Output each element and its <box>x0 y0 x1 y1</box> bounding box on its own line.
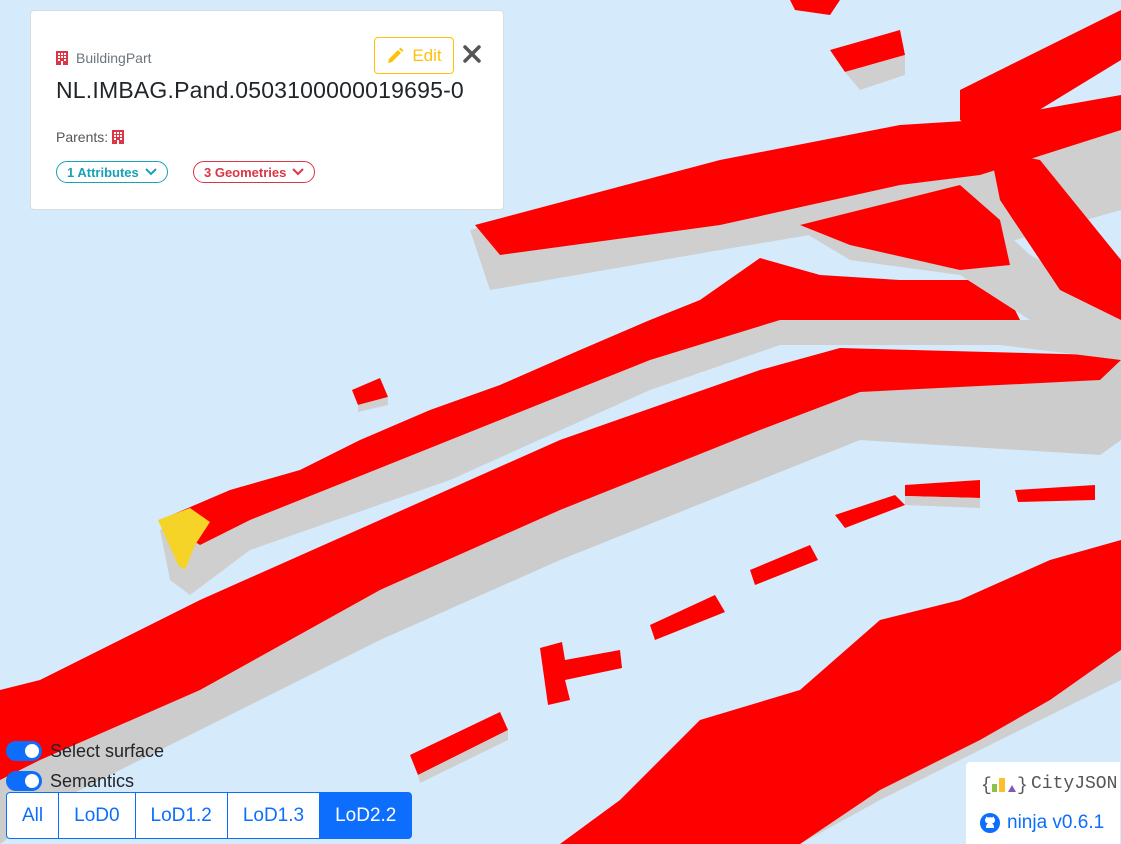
attributes-toggle-button[interactable]: 1 Attributes <box>56 161 168 183</box>
lod-all-button[interactable]: All <box>6 792 60 839</box>
object-type-row: BuildingPart <box>56 50 152 66</box>
parents-label: Parents: <box>56 129 109 145</box>
semantics-switch[interactable] <box>6 771 42 791</box>
close-icon[interactable] <box>461 43 483 65</box>
building-icon <box>56 51 68 65</box>
svg-text:}: } <box>1017 776 1027 796</box>
cityjson-logo: { } CityJSON <box>981 772 1117 796</box>
lod-button-group: All LoD0 LoD1.2 LoD1.3 LoD2.2 <box>6 792 413 839</box>
github-link[interactable]: ninja v0.6.1 <box>980 812 1104 834</box>
parents-row: Parents: <box>56 129 125 145</box>
cityjson-logo-text: CityJSON <box>1031 774 1118 794</box>
object-id-title: NL.IMBAG.Pand.0503100000019695-0 <box>56 77 464 103</box>
cityjson-logo-icon: { } <box>981 776 1027 796</box>
select-surface-switch[interactable] <box>6 741 42 761</box>
object-info-card: BuildingPart NL.IMBAG.Pand.0503100000019… <box>30 10 504 210</box>
github-icon <box>980 813 1000 833</box>
chevron-down-icon <box>292 168 305 176</box>
edit-button[interactable]: Edit <box>374 37 454 74</box>
svg-text:{: { <box>981 776 992 796</box>
branding-box: { } CityJSON ninja v0.6.1 <box>966 762 1120 844</box>
chevron-down-icon <box>145 168 157 176</box>
building-icon[interactable] <box>112 130 125 144</box>
version-text: ninja v0.6.1 <box>1007 812 1105 833</box>
lod1-3-button[interactable]: LoD1.3 <box>226 792 321 839</box>
select-surface-toggle-row: Select surface <box>6 736 164 766</box>
lod0-button[interactable]: LoD0 <box>58 792 136 839</box>
lod1-2-button[interactable]: LoD1.2 <box>134 792 228 839</box>
view-toggles: Select surface Semantics <box>6 736 164 796</box>
attributes-label: 1 Attributes <box>67 164 139 180</box>
geometries-toggle-button[interactable]: 3 Geometries <box>193 161 316 183</box>
lod2-2-button[interactable]: LoD2.2 <box>319 792 413 839</box>
semantics-label: Semantics <box>50 770 135 791</box>
object-type-label: BuildingPart <box>76 50 152 66</box>
select-surface-label: Select surface <box>50 740 165 761</box>
edit-label: Edit <box>412 45 442 65</box>
pencil-icon <box>388 47 404 63</box>
geometries-label: 3 Geometries <box>204 164 287 180</box>
